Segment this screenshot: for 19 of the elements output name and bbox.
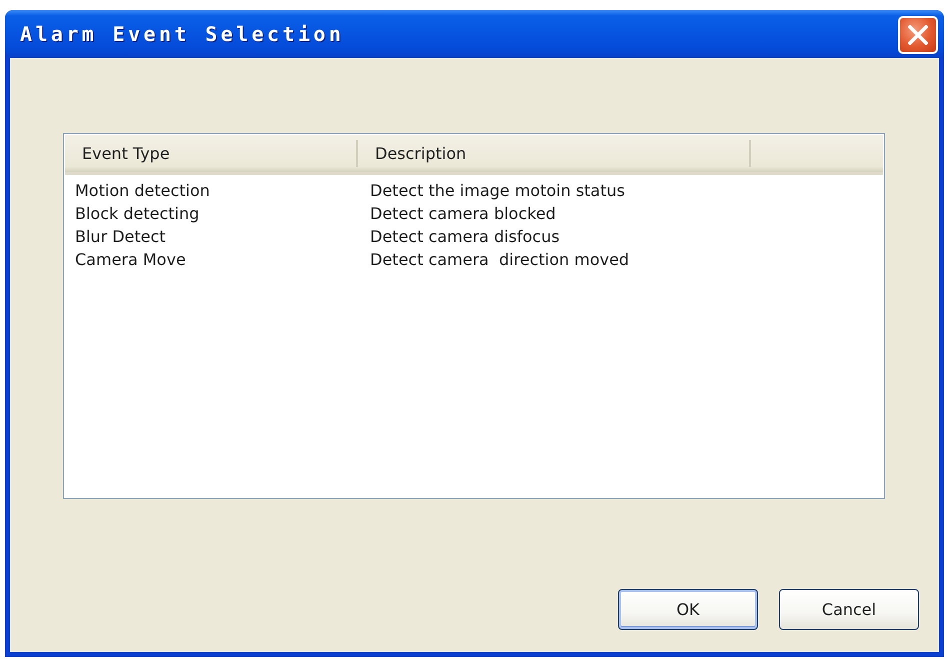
window-title: Alarm Event Selection: [20, 22, 344, 46]
list-row[interactable]: Motion detection Detect the image motoin status: [64, 179, 884, 202]
column-header[interactable]: Event Type: [65, 140, 358, 167]
ok-button[interactable]: OK: [618, 589, 758, 630]
table-cell-text: Block detecting: [75, 204, 200, 223]
list-row[interactable]: Blur Detect Detect camera disfocus: [64, 225, 884, 248]
table-cell: Detect camera direction moved: [370, 250, 630, 269]
close-button[interactable]: [898, 16, 938, 54]
column-header[interactable]: Description: [358, 140, 751, 167]
list-row[interactable]: Block detecting Detect camera blocked: [64, 202, 884, 225]
cancel-button[interactable]: Cancel: [779, 589, 919, 630]
table-cell-text: Camera Move: [75, 250, 187, 269]
table-cell: Detect camera disfocus: [370, 227, 560, 246]
close-icon: [908, 25, 928, 45]
list-row[interactable]: Camera Move Detect camera direction moved: [64, 248, 884, 271]
table-cell-text: Blur Detect: [75, 227, 167, 246]
table-cell-text: Motion detection: [75, 181, 211, 200]
table-cell: Detect camera blocked: [370, 204, 556, 223]
table-cell: Detect the image motoin status: [370, 181, 625, 200]
